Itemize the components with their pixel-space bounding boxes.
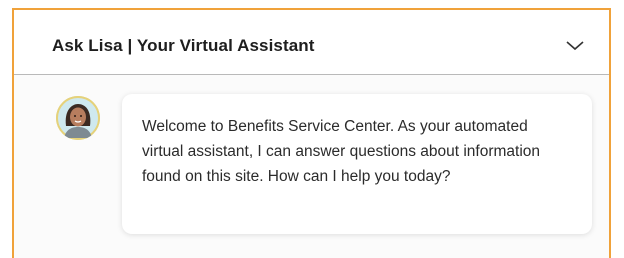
chat-header: Ask Lisa | Your Virtual Assistant [14, 10, 609, 75]
chat-title: Ask Lisa | Your Virtual Assistant [52, 36, 315, 55]
chat-widget: Ask Lisa | Your Virtual Assistant Welcom… [12, 8, 611, 258]
assistant-message-bubble: Welcome to Benefits Service Center. As y… [122, 94, 592, 234]
assistant-message-text: Welcome to Benefits Service Center. As y… [142, 118, 541, 185]
assistant-avatar [56, 96, 100, 140]
chevron-down-icon[interactable] [561, 34, 589, 56]
